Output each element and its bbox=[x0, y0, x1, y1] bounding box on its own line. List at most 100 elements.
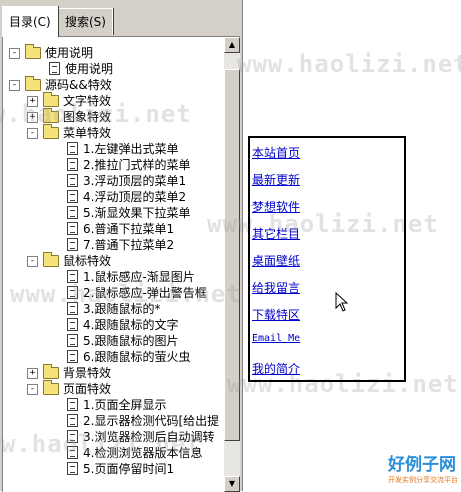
nav-link[interactable]: 给我留言 bbox=[252, 279, 300, 296]
collapse-icon[interactable]: - bbox=[27, 384, 38, 395]
logo-subtitle: 开发实例分享交流平台 bbox=[388, 476, 458, 484]
tree-item-label: 5.页面停留时间1 bbox=[83, 462, 175, 476]
tree-item[interactable]: - 源码&&特效 bbox=[3, 76, 213, 93]
tree-item[interactable]: 使用说明 bbox=[3, 61, 213, 77]
tree-item[interactable]: 1.鼠标感应-渐显图片 bbox=[3, 269, 213, 285]
mouse-cursor-icon bbox=[335, 292, 349, 312]
tree-item-label: 2.显示器检测代码[给出提 bbox=[83, 414, 220, 428]
document-icon bbox=[67, 158, 78, 171]
nav-link[interactable]: 梦想软件 bbox=[252, 198, 300, 215]
tree-item[interactable]: 3.浏览器检测后自动调转 bbox=[3, 429, 215, 445]
tree-item[interactable]: 6.普通下拉菜单1 bbox=[3, 221, 213, 237]
tree-item-label: 源码&&特效 bbox=[45, 78, 112, 92]
folder-icon bbox=[43, 364, 59, 379]
tree-item-label: 6.普通下拉菜单1 bbox=[83, 222, 175, 236]
tree-item[interactable]: 5.跟随鼠标的图片 bbox=[3, 333, 213, 349]
document-icon bbox=[67, 190, 78, 203]
folder-icon bbox=[43, 124, 59, 139]
tree-item[interactable]: 2.显示器检测代码[给出提 bbox=[3, 413, 219, 429]
tree-item[interactable]: 1.页面全屏显示 bbox=[3, 397, 213, 413]
tree-item[interactable]: - 页面特效 bbox=[3, 380, 213, 397]
collapse-icon[interactable]: - bbox=[27, 256, 38, 267]
tree-item[interactable]: + 文字特效 bbox=[3, 92, 213, 109]
folder-icon bbox=[25, 44, 41, 59]
nav-link[interactable]: 最新更新 bbox=[252, 171, 300, 188]
folder-icon bbox=[43, 108, 59, 123]
expand-icon[interactable]: + bbox=[27, 96, 38, 107]
document-icon bbox=[67, 222, 78, 235]
collapse-icon[interactable]: - bbox=[27, 128, 38, 139]
vertical-scrollbar[interactable]: ▲ ▼ bbox=[224, 37, 240, 492]
nav-frame: 本站首页最新更新梦想软件其它栏目桌面壁纸给我留言下载特区 Email Me 我的简介 bbox=[248, 136, 406, 382]
tree-view: - 使用说明 使用说明 - 源码&&特效 + 文字特效 + 图象特效 - 菜单特效 1.左键弹出式菜单… bbox=[3, 44, 219, 477]
tree-item[interactable]: 1.左键弹出式菜单 bbox=[3, 141, 213, 157]
tree-item[interactable]: 6.跟随鼠标的萤火虫 bbox=[3, 349, 213, 365]
tree-item-label: 4.检测浏览器版本信息 bbox=[83, 446, 203, 460]
tree-item[interactable]: - 菜单特效 bbox=[3, 124, 213, 141]
tab-search[interactable]: 搜索(S) bbox=[58, 8, 113, 35]
tree-item[interactable]: 4.检测浏览器版本信息 bbox=[3, 445, 213, 461]
tree-item-label: 1.左键弹出式菜单 bbox=[83, 142, 179, 156]
tree-item-label: 页面特效 bbox=[63, 382, 112, 396]
document-icon bbox=[67, 206, 78, 219]
tree-item[interactable]: + 背景特效 bbox=[3, 364, 213, 381]
document-icon bbox=[67, 414, 78, 427]
tree-item[interactable]: 2.推拉门式样的菜单 bbox=[3, 157, 213, 173]
tree-item[interactable]: 3.浮动顶层的菜单1 bbox=[3, 173, 213, 189]
watermark: www.haolizi.net bbox=[237, 50, 461, 78]
tree-item-label: 使用说明 bbox=[65, 62, 114, 76]
tree-item-label: 1.鼠标感应-渐显图片 bbox=[83, 270, 195, 284]
scroll-thumb[interactable] bbox=[224, 69, 240, 441]
tree-item-label: 3.浮动顶层的菜单1 bbox=[83, 174, 187, 188]
nav-link[interactable]: 本站首页 bbox=[252, 144, 300, 161]
document-icon bbox=[67, 350, 78, 363]
tree-item[interactable]: 7.普通下拉菜单2 bbox=[3, 237, 213, 253]
document-icon bbox=[67, 462, 78, 475]
tree-item-label: 菜单特效 bbox=[63, 126, 112, 140]
folder-icon bbox=[25, 76, 41, 91]
tree-item[interactable]: 3.跟随鼠标的* bbox=[3, 301, 213, 317]
tree-item[interactable]: 5.页面停留时间1 bbox=[3, 461, 213, 477]
tab-contents[interactable]: 目录(C) bbox=[2, 6, 58, 37]
tree-item-label: 1.页面全屏显示 bbox=[83, 398, 167, 412]
tree-item[interactable]: - 鼠标特效 bbox=[3, 252, 213, 269]
tree-item-label: 2.鼠标感应-弹出警告框 bbox=[83, 286, 207, 300]
nav-link[interactable]: 桌面壁纸 bbox=[252, 252, 300, 269]
tree-item-label: 3.浏览器检测后自动调转 bbox=[83, 430, 215, 444]
scroll-down-button[interactable]: ▼ bbox=[224, 476, 240, 492]
tree-item-label: 文字特效 bbox=[63, 94, 112, 108]
folder-icon bbox=[43, 92, 59, 107]
tree-item-label: 6.跟随鼠标的萤火虫 bbox=[83, 350, 191, 364]
collapse-icon[interactable]: - bbox=[9, 80, 20, 91]
site-logo: 好例子网 开发实例分享交流平台 bbox=[388, 450, 458, 488]
tree-item[interactable]: 4.浮动顶层的菜单2 bbox=[3, 189, 213, 205]
nav-link[interactable]: 下载特区 bbox=[252, 306, 300, 323]
expand-icon[interactable]: + bbox=[27, 112, 38, 123]
tree-panel: - 使用说明 使用说明 - 源码&&特效 + 文字特效 + 图象特效 - 菜单特效 1.左键弹出式菜单… bbox=[2, 36, 240, 492]
folder-icon bbox=[43, 380, 59, 395]
nav-link[interactable]: Email Me bbox=[252, 333, 300, 344]
document-icon bbox=[67, 286, 78, 299]
collapse-icon[interactable]: - bbox=[9, 48, 20, 59]
tree-item[interactable]: 5.渐显效果下拉菜单 bbox=[3, 205, 213, 221]
tree-item[interactable]: 4.跟随鼠标的文字 bbox=[3, 317, 213, 333]
tree-item-label: 4.浮动顶层的菜单2 bbox=[83, 190, 187, 204]
document-icon bbox=[67, 302, 78, 315]
tree-item[interactable]: - 使用说明 bbox=[3, 44, 213, 61]
content-pane: www.haolizi.net www.haolizi.net www.haol… bbox=[207, 0, 461, 491]
document-icon bbox=[67, 446, 78, 459]
document-icon bbox=[67, 174, 78, 187]
tree-item-label: 7.普通下拉菜单2 bbox=[83, 238, 175, 252]
nav-link[interactable]: 我的简介 bbox=[252, 360, 300, 377]
document-icon bbox=[67, 334, 78, 347]
left-pane: 目录(C) 搜索(S) - 使用说明 使用说明 - 源码&&特效 + 文字特效 + 图象特效 - 菜… bbox=[0, 0, 243, 492]
tree-item-label: 5.跟随鼠标的图片 bbox=[83, 334, 179, 348]
nav-link[interactable]: 其它栏目 bbox=[252, 225, 300, 242]
tree-item-label: 使用说明 bbox=[45, 46, 94, 60]
expand-icon[interactable]: + bbox=[27, 368, 38, 379]
tree-item-label: 5.渐显效果下拉菜单 bbox=[83, 206, 191, 220]
scroll-up-button[interactable]: ▲ bbox=[224, 37, 240, 53]
document-icon bbox=[49, 62, 60, 75]
tree-item[interactable]: 2.鼠标感应-弹出警告框 bbox=[3, 285, 213, 301]
tree-item[interactable]: + 图象特效 bbox=[3, 108, 213, 125]
